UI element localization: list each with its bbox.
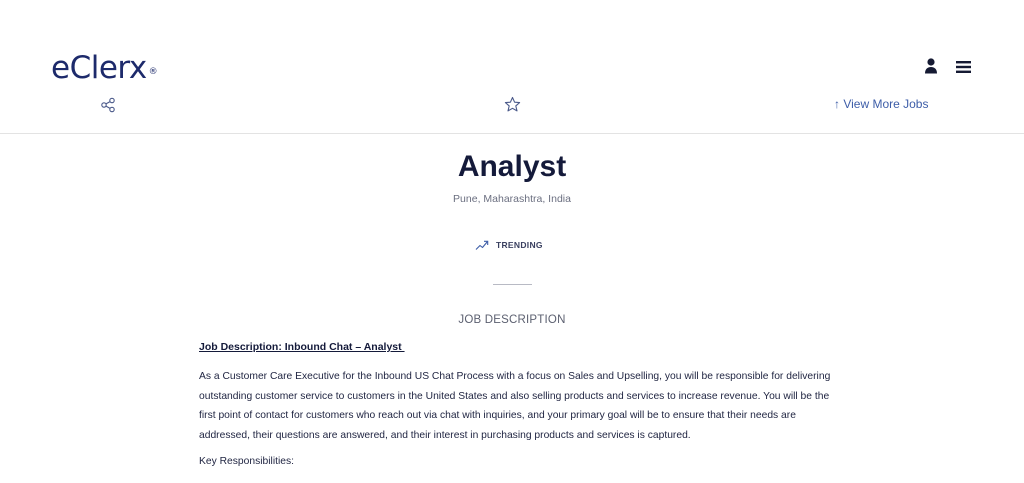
share-button[interactable] <box>100 97 116 113</box>
star-icon <box>504 96 521 112</box>
user-account-button[interactable] <box>923 57 939 75</box>
job-description-section-title: JOB DESCRIPTION <box>458 314 566 326</box>
description-paragraph: As a Customer Care Executive for the Inb… <box>199 371 831 441</box>
section-divider <box>493 284 532 285</box>
registered-mark: ® <box>148 67 158 77</box>
save-job-button[interactable] <box>504 96 521 113</box>
eclerx-logo[interactable]: eClerx ® <box>51 50 158 86</box>
trending-label: TRENDING <box>496 240 543 250</box>
main-menu-button[interactable] <box>955 59 973 75</box>
logo-text: eClerx <box>51 50 147 86</box>
user-icon <box>925 58 937 74</box>
site-header: eClerx ® ↑ View More Jobs <box>0 0 1024 134</box>
share-icon <box>101 97 115 113</box>
job-title: Analyst <box>457 150 567 183</box>
trending-up-icon <box>475 240 489 250</box>
trending-badge: TRENDING <box>475 238 543 252</box>
key-responsibilities-label: Key Responsibilities: <box>199 456 295 467</box>
description-heading: Job Description: Inbound Chat – Analyst <box>199 341 405 353</box>
job-location: Pune, Maharashtra, India <box>453 193 571 205</box>
view-more-jobs-link[interactable]: ↑ View More Jobs <box>834 97 928 111</box>
hamburger-menu-icon <box>956 61 971 73</box>
